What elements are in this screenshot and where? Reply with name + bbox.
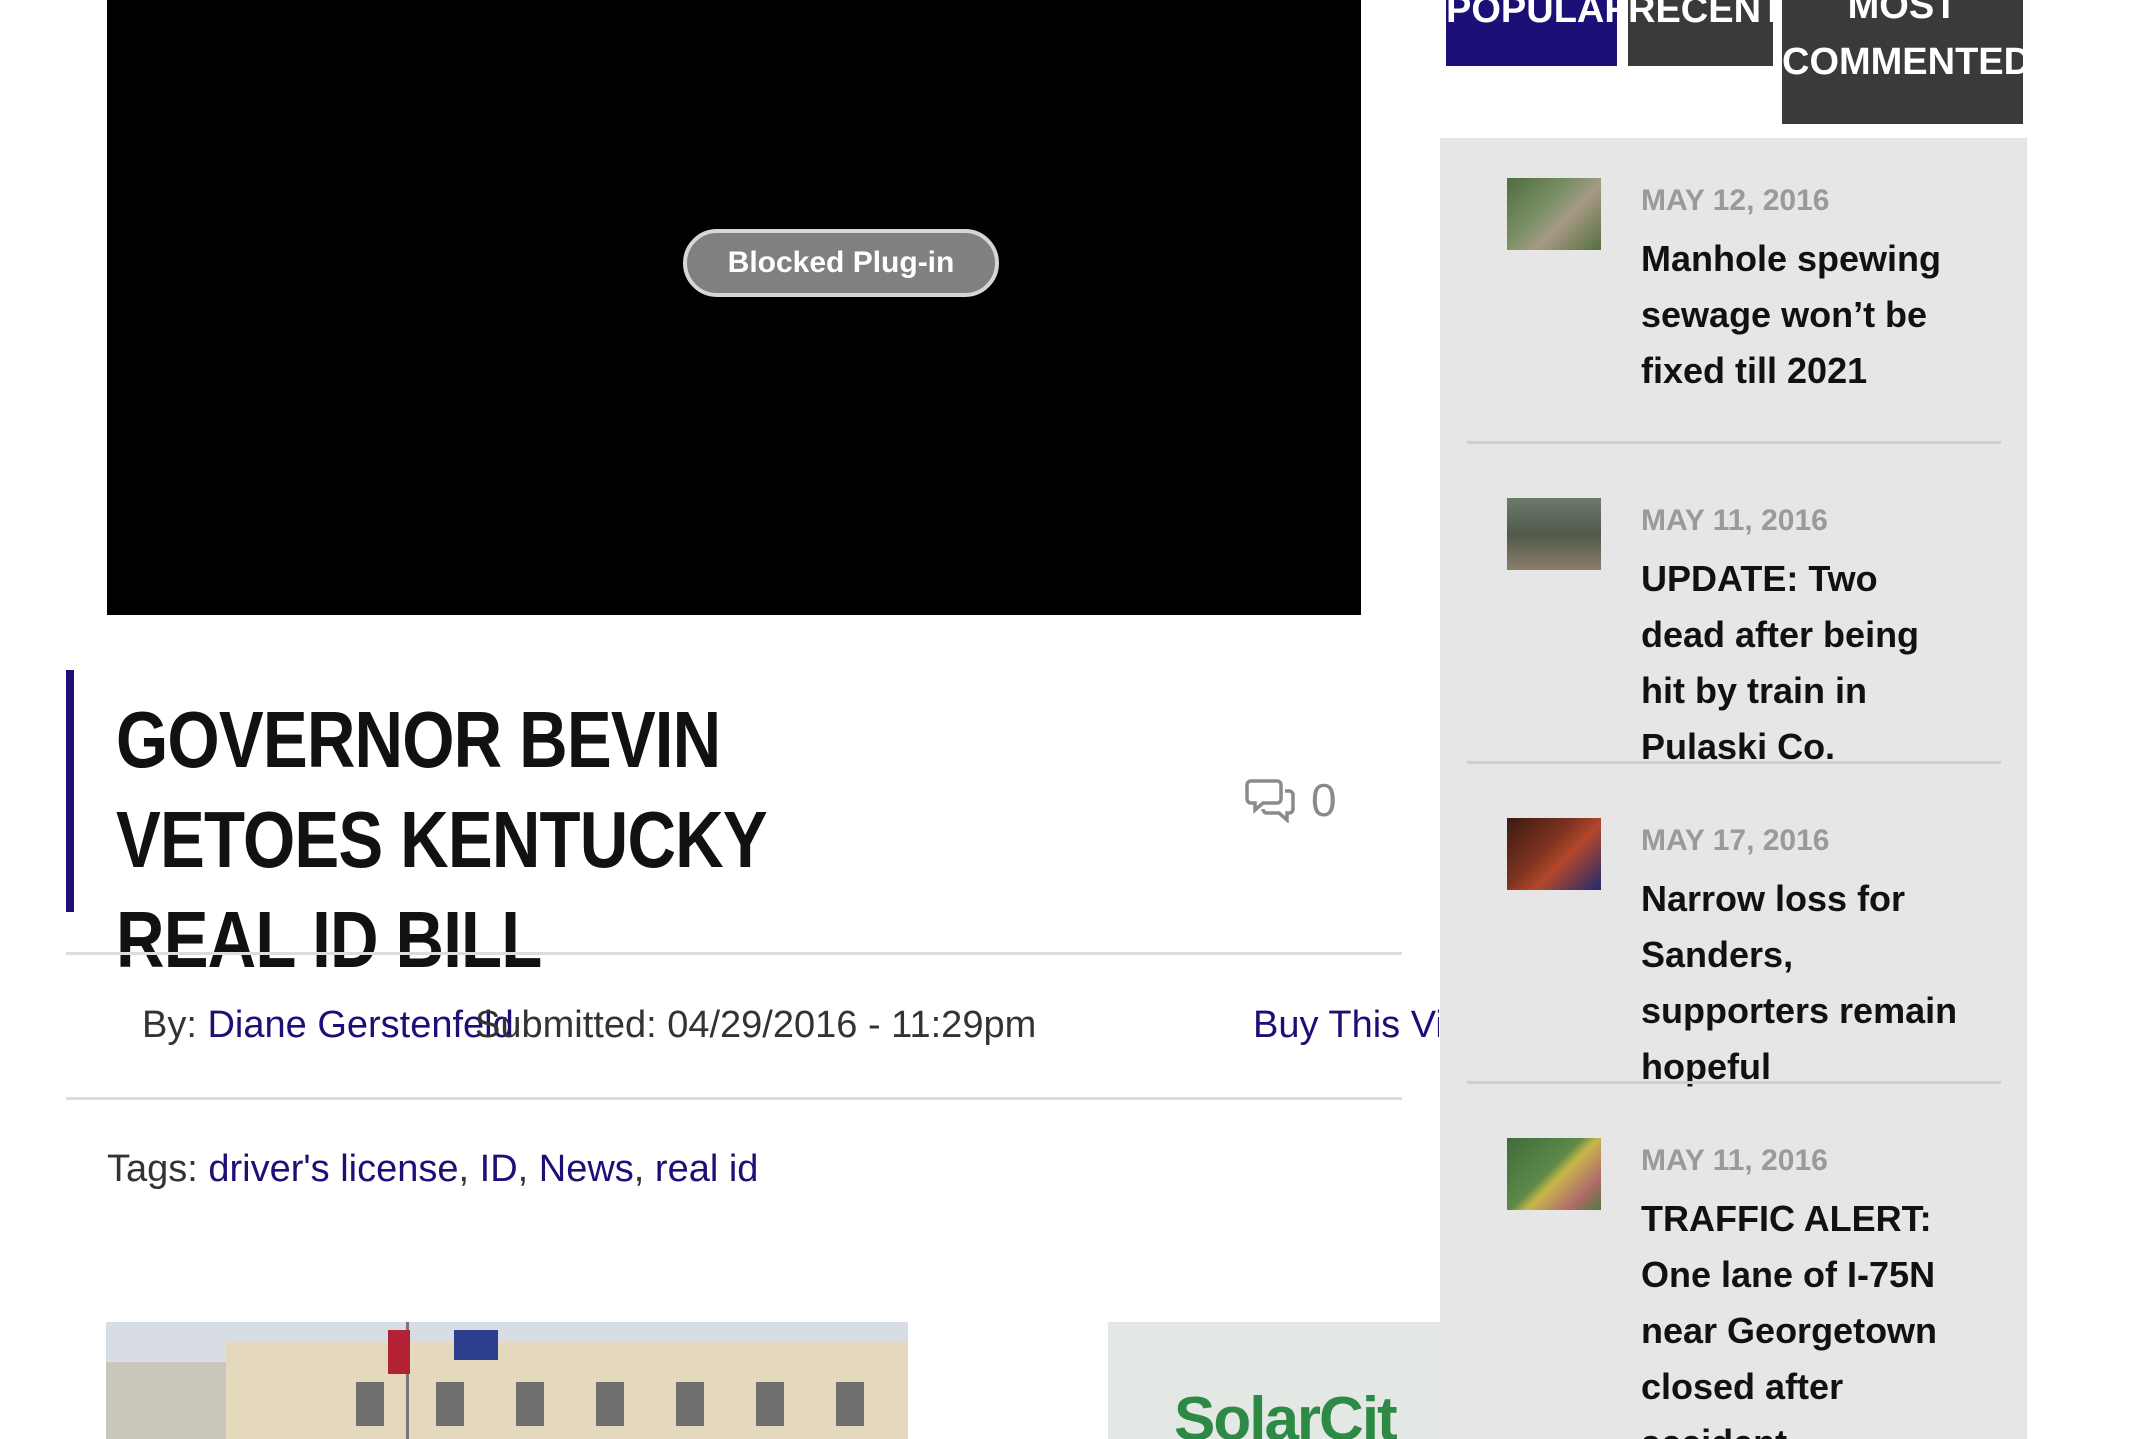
tag-link[interactable]: driver's license [208, 1148, 458, 1190]
buy-video-link[interactable]: Buy This Vi [1253, 1004, 1439, 1046]
story-thumbnail[interactable] [1507, 818, 1601, 890]
video-player[interactable]: Blocked Plug-in [107, 0, 1361, 615]
tab-label: POPULAR [1446, 0, 1617, 31]
article-photo [106, 1322, 908, 1439]
tab-label: RECENT [1628, 0, 1773, 31]
title-accent-bar [66, 670, 74, 912]
buy-video-link-wrap: Buy This Vi [1253, 1004, 1439, 1047]
story-thumbnail[interactable] [1507, 178, 1601, 250]
comment-count: 0 [1311, 774, 1337, 826]
tag-link[interactable]: ID [480, 1148, 518, 1190]
story-date: MAY 17, 2016 [1641, 824, 1830, 857]
story-headline-link[interactable]: Manhole spewing sewage won’t be fixed ti… [1641, 231, 1971, 399]
tab-label: MOST COMMENTED [1782, 0, 2023, 83]
divider [1467, 761, 2001, 764]
divider [1467, 441, 2001, 444]
submitted-date: 04/29/2016 - 11:29pm [667, 1004, 1037, 1046]
article-title: GOVERNOR BEVIN VETOES KENTUCKY REAL ID B… [116, 695, 766, 984]
us-flag [388, 1330, 410, 1374]
story-date: MAY 11, 2016 [1641, 504, 1828, 537]
author-link[interactable]: Diane Gerstenfeld [207, 1004, 513, 1046]
tags-row: Tags: driver's license, ID, News, real i… [107, 1148, 759, 1190]
submitted-info: Submitted: 04/29/2016 - 11:29pm [475, 1004, 1036, 1047]
tag-link[interactable]: real id [655, 1148, 759, 1190]
tab-popular[interactable]: POPULAR [1446, 0, 1617, 66]
ad-brand-logo: SolarCit [1174, 1385, 1398, 1439]
story-thumbnail[interactable] [1507, 1138, 1601, 1210]
divider [66, 952, 1402, 955]
story-headline-link[interactable]: Narrow loss for Sanders, supporters rema… [1641, 871, 1971, 1095]
story-headline-link[interactable]: UPDATE: Two dead after being hit by trai… [1641, 551, 1971, 775]
submitted-label: Submitted: [475, 1004, 657, 1046]
divider [1467, 1081, 2001, 1084]
story-thumbnail[interactable] [1507, 498, 1601, 570]
popular-stories-panel: MAY 12, 2016 Manhole spewing sewage won’… [1440, 138, 2027, 1439]
comment-count-link[interactable]: 0 [1245, 770, 1337, 830]
story-date: MAY 12, 2016 [1641, 184, 1830, 217]
tag-link[interactable]: News [539, 1148, 634, 1190]
advertisement[interactable]: SolarCit [1108, 1322, 1441, 1439]
blocked-plugin-button[interactable]: Blocked Plug-in [683, 229, 999, 297]
divider [66, 1097, 1402, 1100]
speech-bubbles-icon [1245, 779, 1295, 823]
tags-label: Tags: [107, 1148, 198, 1190]
by-label: By: [142, 1004, 197, 1046]
story-headline-link[interactable]: TRAFFIC ALERT: One lane of I-75N near Ge… [1641, 1191, 1971, 1439]
byline: By: Diane Gerstenfeld [142, 1004, 514, 1047]
tab-recent[interactable]: RECENT [1628, 0, 1773, 66]
state-flag [454, 1330, 498, 1360]
tab-most-commented[interactable]: MOST COMMENTED [1782, 0, 2023, 124]
story-date: MAY 11, 2016 [1641, 1144, 1828, 1177]
